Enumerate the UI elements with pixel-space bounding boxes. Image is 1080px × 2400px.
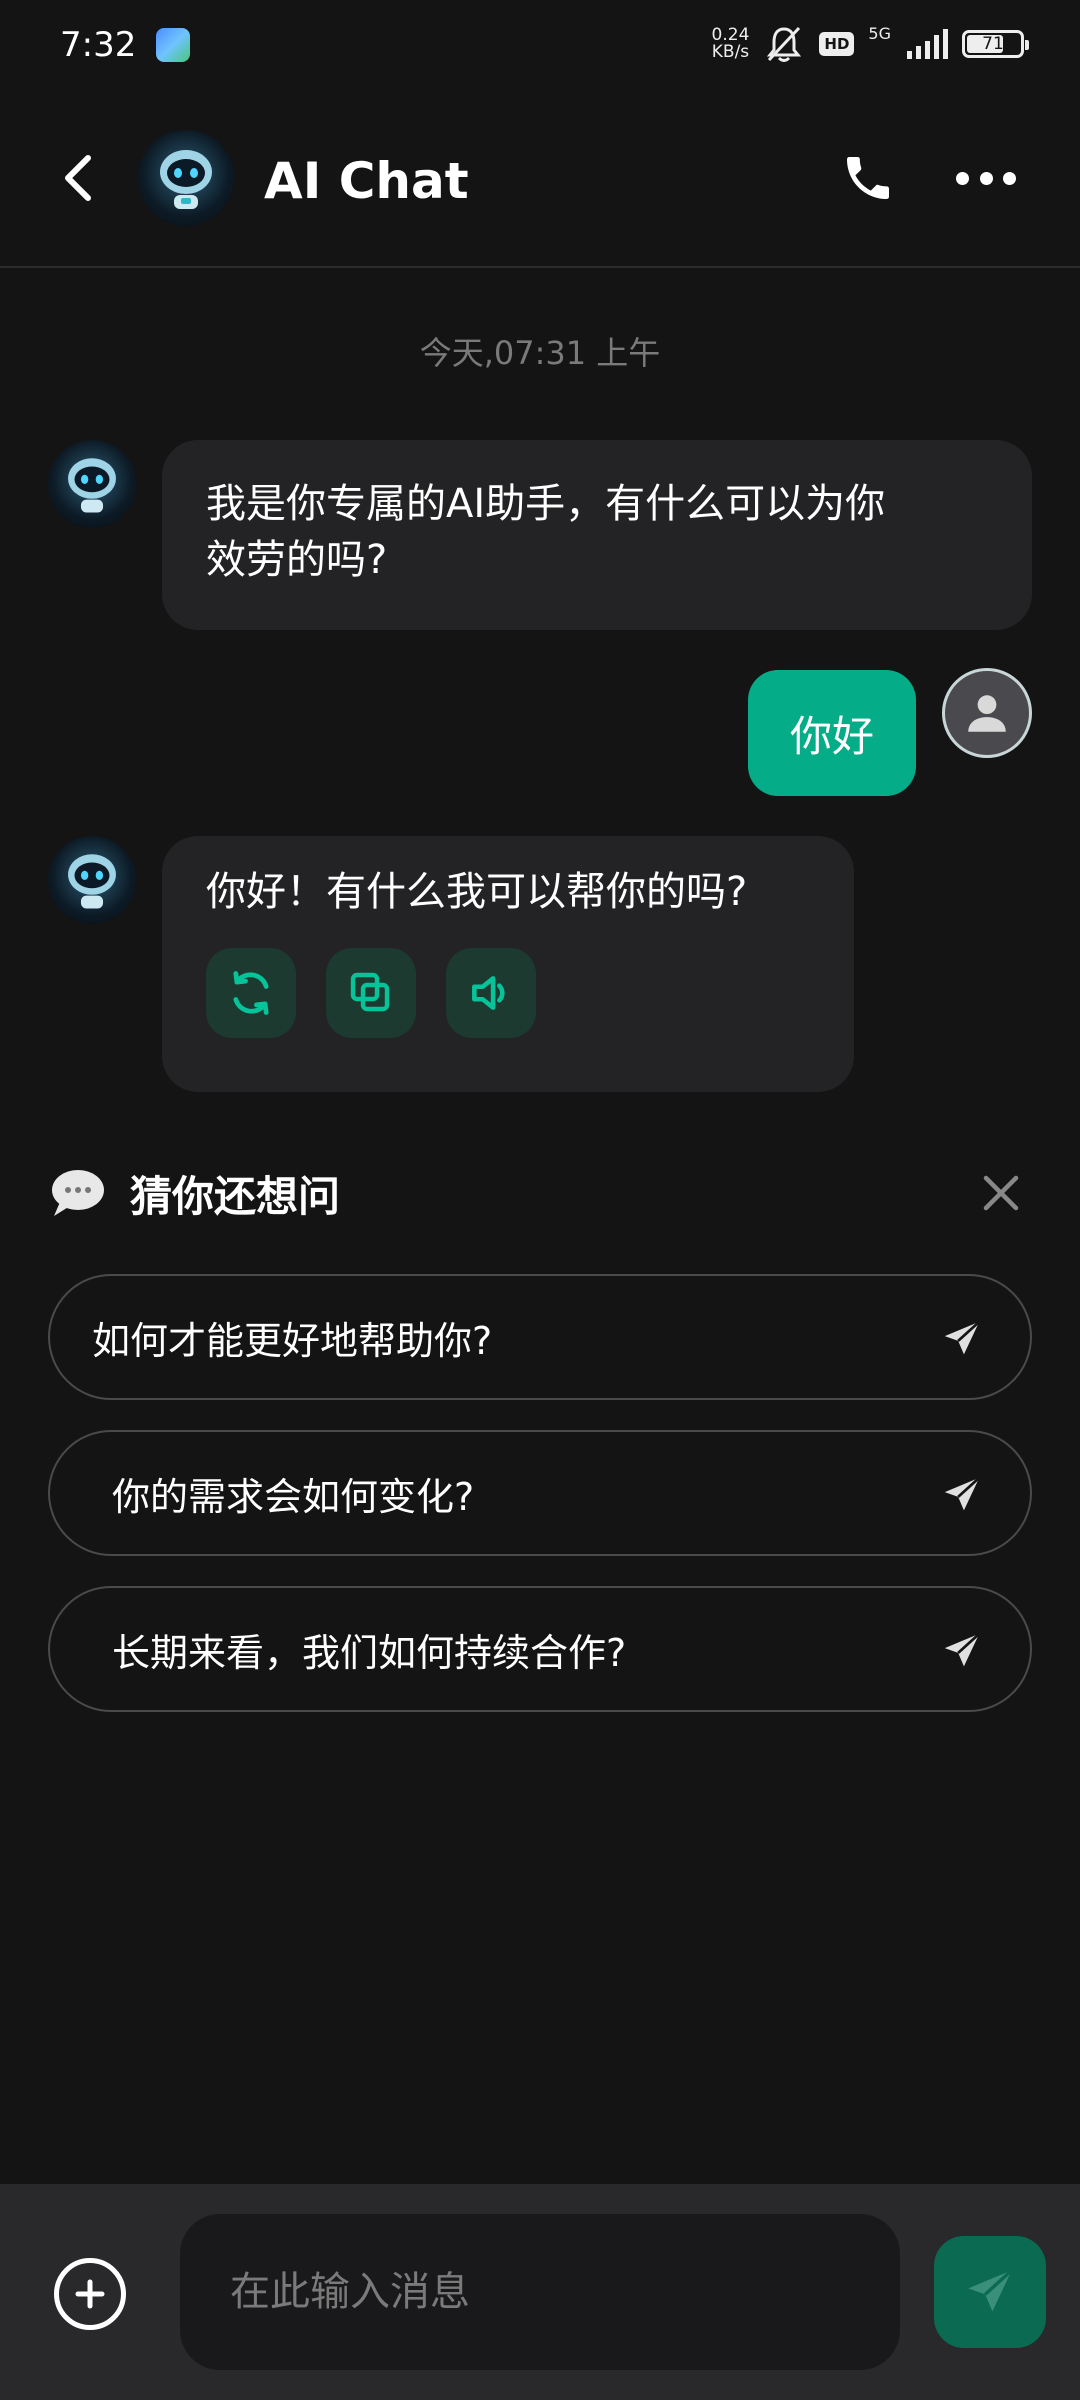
status-indicators: 0.24 KB/s HD 5G 71: [711, 24, 1029, 64]
network-type: 5G: [868, 24, 891, 43]
copy-icon: [350, 972, 390, 1012]
chat-header: AI Chat: [0, 90, 1080, 268]
refresh-icon: [233, 971, 269, 1015]
gallery-app-icon: [156, 28, 191, 62]
message-text: 效劳的吗?: [206, 537, 388, 583]
regenerate-button[interactable]: [206, 948, 296, 1038]
plus-icon: [75, 2279, 105, 2309]
more-icon[interactable]: [956, 168, 1016, 188]
bot-avatar[interactable]: [138, 130, 234, 226]
send-icon: [968, 2268, 1013, 2312]
mute-bell-icon: [767, 26, 802, 62]
network-speed: 0.24 KB/s: [711, 25, 750, 62]
suggestion-item[interactable]: 长期来看，我们如何持续合作?: [48, 1586, 1032, 1712]
user-avatar[interactable]: [942, 668, 1032, 758]
close-icon: [983, 1175, 1019, 1211]
suggestion-item[interactable]: 如何才能更好地帮助你?: [48, 1274, 1032, 1400]
hd-badge: HD: [819, 32, 855, 56]
send-icon: [944, 1476, 981, 1511]
send-icon: [944, 1632, 981, 1667]
bot-avatar: [48, 836, 136, 924]
phone-icon: [847, 157, 889, 199]
composer-bar: [0, 2184, 1080, 2400]
status-time: 7:32: [60, 25, 137, 65]
chat-timestamp: 今天,07:31 上午: [419, 334, 661, 372]
user-icon: [968, 695, 1006, 732]
message-text: 你好！有什么我可以帮你的吗?: [206, 869, 748, 915]
message-actions: [206, 948, 810, 1038]
speaker-icon: [472, 976, 505, 1010]
suggestions-title: 猜你还想问: [130, 1171, 341, 1221]
message-text: 我是你专属的AI助手，有什么可以为你: [206, 481, 886, 527]
chat-bubble-icon: [52, 1170, 104, 1216]
copy-button[interactable]: [326, 948, 416, 1038]
status-bar: 7:32 0.24 KB/s HD 5G 71: [0, 0, 1080, 90]
message-input[interactable]: [180, 2214, 900, 2370]
suggestion-text: 长期来看，我们如何持续合作?: [112, 1630, 627, 1675]
suggestion-text: 你的需求会如何变化?: [112, 1474, 475, 1519]
assistant-message: 我是你专属的AI助手，有什么可以为你 效劳的吗?: [162, 440, 1032, 630]
send-icon: [944, 1320, 981, 1355]
suggestion-item[interactable]: 你的需求会如何变化?: [48, 1430, 1032, 1556]
robot-icon: [68, 458, 116, 513]
suggestions-header: 猜你还想问: [48, 1162, 1032, 1224]
user-message: 你好: [748, 670, 916, 796]
send-button[interactable]: [934, 2236, 1046, 2348]
suggestion-text: 如何才能更好地帮助你?: [92, 1318, 493, 1363]
battery-icon: 71: [962, 30, 1029, 58]
chevron-left-icon: [65, 155, 91, 201]
call-button[interactable]: [840, 150, 896, 206]
chat-title: AI Chat: [264, 152, 469, 210]
back-button[interactable]: [56, 148, 100, 208]
robot-icon: [68, 854, 116, 909]
bot-avatar: [48, 440, 136, 528]
assistant-message: 你好！有什么我可以帮你的吗?: [162, 836, 854, 1092]
add-button[interactable]: [54, 2258, 126, 2330]
signal-icon: [907, 29, 948, 59]
speak-button[interactable]: [446, 948, 536, 1038]
robot-icon: [160, 150, 212, 209]
close-suggestions-button[interactable]: [978, 1170, 1024, 1216]
